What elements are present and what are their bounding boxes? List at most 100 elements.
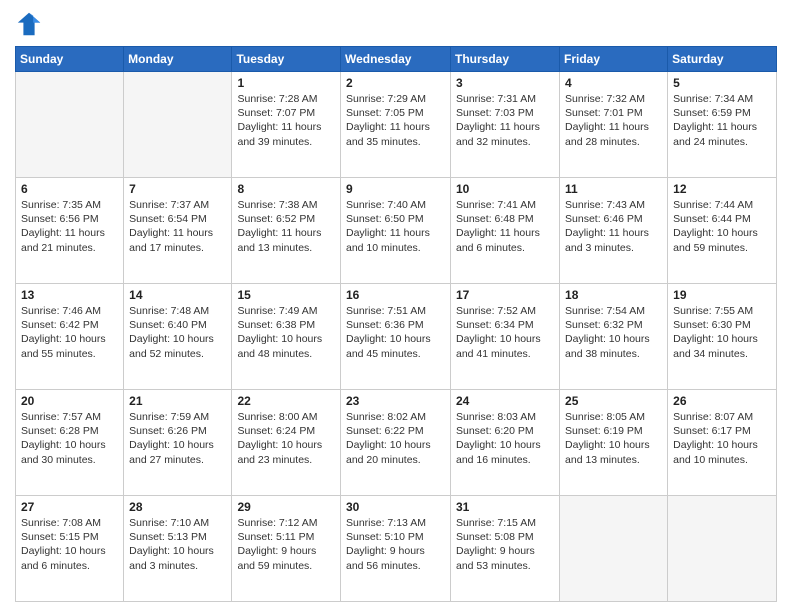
- day-info: Sunrise: 7:37 AMSunset: 6:54 PMDaylight:…: [129, 198, 226, 255]
- day-info: Sunrise: 7:49 AMSunset: 6:38 PMDaylight:…: [237, 304, 335, 361]
- day-number: 23: [346, 394, 445, 408]
- day-number: 14: [129, 288, 226, 302]
- week-row-3: 13 Sunrise: 7:46 AMSunset: 6:42 PMDayligh…: [16, 284, 777, 390]
- day-number: 12: [673, 182, 771, 196]
- day-cell: 20 Sunrise: 7:57 AMSunset: 6:28 PMDayligh…: [16, 390, 124, 496]
- day-info: Sunrise: 7:15 AMSunset: 5:08 PMDaylight:…: [456, 516, 554, 573]
- day-cell: 30 Sunrise: 7:13 AMSunset: 5:10 PMDayligh…: [341, 496, 451, 602]
- header-friday: Friday: [560, 47, 668, 72]
- day-number: 4: [565, 76, 662, 90]
- day-cell: 25 Sunrise: 8:05 AMSunset: 6:19 PMDayligh…: [560, 390, 668, 496]
- day-cell: 18 Sunrise: 7:54 AMSunset: 6:32 PMDayligh…: [560, 284, 668, 390]
- day-info: Sunrise: 7:28 AMSunset: 7:07 PMDaylight:…: [237, 92, 335, 149]
- day-number: 22: [237, 394, 335, 408]
- day-number: 6: [21, 182, 118, 196]
- day-info: Sunrise: 7:59 AMSunset: 6:26 PMDaylight:…: [129, 410, 226, 467]
- day-number: 10: [456, 182, 554, 196]
- day-number: 17: [456, 288, 554, 302]
- day-number: 27: [21, 500, 118, 514]
- day-number: 16: [346, 288, 445, 302]
- day-info: Sunrise: 7:40 AMSunset: 6:50 PMDaylight:…: [346, 198, 445, 255]
- day-cell: 10Sunrise: 7:41 AMSunset: 6:48 PMDayligh…: [451, 178, 560, 284]
- day-number: 31: [456, 500, 554, 514]
- day-cell: 27 Sunrise: 7:08 AMSunset: 5:15 PMDayligh…: [16, 496, 124, 602]
- day-info: Sunrise: 7:57 AMSunset: 6:28 PMDaylight:…: [21, 410, 118, 467]
- day-cell: 29 Sunrise: 7:12 AMSunset: 5:11 PMDayligh…: [232, 496, 341, 602]
- day-number: 18: [565, 288, 662, 302]
- day-cell: 24 Sunrise: 8:03 AMSunset: 6:20 PMDayligh…: [451, 390, 560, 496]
- day-cell: 7 Sunrise: 7:37 AMSunset: 6:54 PMDaylight…: [124, 178, 232, 284]
- day-info: Sunrise: 7:13 AMSunset: 5:10 PMDaylight:…: [346, 516, 445, 573]
- day-info: Sunrise: 7:35 AMSunset: 6:56 PMDaylight:…: [21, 198, 118, 255]
- day-number: 29: [237, 500, 335, 514]
- day-number: 28: [129, 500, 226, 514]
- day-cell: 4 Sunrise: 7:32 AMSunset: 7:01 PMDaylight…: [560, 72, 668, 178]
- day-info: Sunrise: 7:10 AMSunset: 5:13 PMDaylight:…: [129, 516, 226, 573]
- day-number: 26: [673, 394, 771, 408]
- day-cell: [16, 72, 124, 178]
- header-wednesday: Wednesday: [341, 47, 451, 72]
- day-cell: 3 Sunrise: 7:31 AMSunset: 7:03 PMDaylight…: [451, 72, 560, 178]
- logo: [15, 10, 47, 38]
- day-number: 13: [21, 288, 118, 302]
- calendar-body: 1 Sunrise: 7:28 AMSunset: 7:07 PMDaylight…: [16, 72, 777, 602]
- day-info: Sunrise: 8:07 AMSunset: 6:17 PMDaylight:…: [673, 410, 771, 467]
- day-info: Sunrise: 7:34 AMSunset: 6:59 PMDaylight:…: [673, 92, 771, 149]
- day-cell: 8Sunrise: 7:38 AMSunset: 6:52 PMDaylight…: [232, 178, 341, 284]
- day-info: Sunrise: 8:02 AMSunset: 6:22 PMDaylight:…: [346, 410, 445, 467]
- day-info: Sunrise: 8:00 AMSunset: 6:24 PMDaylight:…: [237, 410, 335, 467]
- header-tuesday: Tuesday: [232, 47, 341, 72]
- day-cell: 6 Sunrise: 7:35 AMSunset: 6:56 PMDaylight…: [16, 178, 124, 284]
- week-row-2: 6 Sunrise: 7:35 AMSunset: 6:56 PMDaylight…: [16, 178, 777, 284]
- day-cell: 5 Sunrise: 7:34 AMSunset: 6:59 PMDaylight…: [668, 72, 777, 178]
- day-cell: 14 Sunrise: 7:48 AMSunset: 6:40 PMDayligh…: [124, 284, 232, 390]
- day-cell: 26 Sunrise: 8:07 AMSunset: 6:17 PMDayligh…: [668, 390, 777, 496]
- day-number: 5: [673, 76, 771, 90]
- header-thursday: Thursday: [451, 47, 560, 72]
- day-cell: 12Sunrise: 7:44 AMSunset: 6:44 PMDayligh…: [668, 178, 777, 284]
- day-info: Sunrise: 7:54 AMSunset: 6:32 PMDaylight:…: [565, 304, 662, 361]
- day-cell: [668, 496, 777, 602]
- day-info: Sunrise: 7:48 AMSunset: 6:40 PMDaylight:…: [129, 304, 226, 361]
- day-info: Sunrise: 7:32 AMSunset: 7:01 PMDaylight:…: [565, 92, 662, 149]
- day-info: Sunrise: 7:52 AMSunset: 6:34 PMDaylight:…: [456, 304, 554, 361]
- day-cell: 1 Sunrise: 7:28 AMSunset: 7:07 PMDaylight…: [232, 72, 341, 178]
- day-info: Sunrise: 7:31 AMSunset: 7:03 PMDaylight:…: [456, 92, 554, 149]
- day-number: 15: [237, 288, 335, 302]
- day-cell: 19Sunrise: 7:55 AMSunset: 6:30 PMDayligh…: [668, 284, 777, 390]
- header: [15, 10, 777, 38]
- day-cell: 31 Sunrise: 7:15 AMSunset: 5:08 PMDayligh…: [451, 496, 560, 602]
- day-number: 30: [346, 500, 445, 514]
- day-cell: 16 Sunrise: 7:51 AMSunset: 6:36 PMDayligh…: [341, 284, 451, 390]
- day-number: 3: [456, 76, 554, 90]
- day-number: 9: [346, 182, 445, 196]
- day-cell: 13 Sunrise: 7:46 AMSunset: 6:42 PMDayligh…: [16, 284, 124, 390]
- day-number: 11: [565, 182, 662, 196]
- day-number: 7: [129, 182, 226, 196]
- day-number: 25: [565, 394, 662, 408]
- calendar-header: SundayMondayTuesdayWednesdayThursdayFrid…: [16, 47, 777, 72]
- header-saturday: Saturday: [668, 47, 777, 72]
- day-cell: 22 Sunrise: 8:00 AMSunset: 6:24 PMDayligh…: [232, 390, 341, 496]
- header-row: SundayMondayTuesdayWednesdayThursdayFrid…: [16, 47, 777, 72]
- day-number: 20: [21, 394, 118, 408]
- day-info: Sunrise: 7:12 AMSunset: 5:11 PMDaylight:…: [237, 516, 335, 573]
- day-number: 19: [673, 288, 771, 302]
- day-cell: 9 Sunrise: 7:40 AMSunset: 6:50 PMDaylight…: [341, 178, 451, 284]
- logo-icon: [15, 10, 43, 38]
- week-row-4: 20 Sunrise: 7:57 AMSunset: 6:28 PMDayligh…: [16, 390, 777, 496]
- day-info: Sunrise: 7:46 AMSunset: 6:42 PMDaylight:…: [21, 304, 118, 361]
- day-number: 1: [237, 76, 335, 90]
- week-row-5: 27 Sunrise: 7:08 AMSunset: 5:15 PMDayligh…: [16, 496, 777, 602]
- week-row-1: 1 Sunrise: 7:28 AMSunset: 7:07 PMDaylight…: [16, 72, 777, 178]
- day-cell: 11 Sunrise: 7:43 AMSunset: 6:46 PMDayligh…: [560, 178, 668, 284]
- day-info: Sunrise: 7:08 AMSunset: 5:15 PMDaylight:…: [21, 516, 118, 573]
- day-info: Sunrise: 8:03 AMSunset: 6:20 PMDaylight:…: [456, 410, 554, 467]
- day-info: Sunrise: 7:51 AMSunset: 6:36 PMDaylight:…: [346, 304, 445, 361]
- day-cell: 15 Sunrise: 7:49 AMSunset: 6:38 PMDayligh…: [232, 284, 341, 390]
- day-info: Sunrise: 7:43 AMSunset: 6:46 PMDaylight:…: [565, 198, 662, 255]
- day-info: Sunrise: 8:05 AMSunset: 6:19 PMDaylight:…: [565, 410, 662, 467]
- day-info: Sunrise: 7:29 AMSunset: 7:05 PMDaylight:…: [346, 92, 445, 149]
- day-cell: 2Sunrise: 7:29 AMSunset: 7:05 PMDaylight…: [341, 72, 451, 178]
- day-number: 24: [456, 394, 554, 408]
